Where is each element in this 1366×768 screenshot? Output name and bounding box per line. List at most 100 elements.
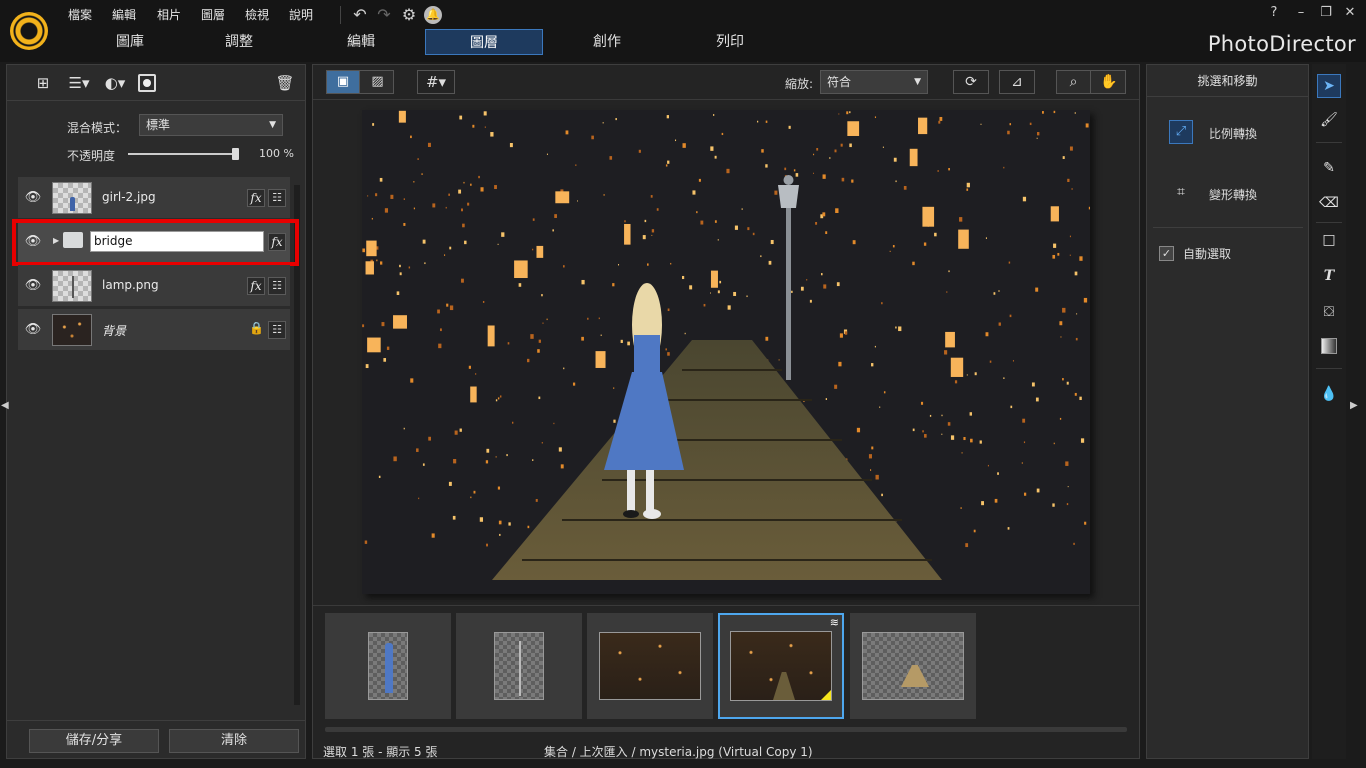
opacity-slider[interactable]	[128, 153, 238, 155]
save-share-button[interactable]: 儲存/分享	[29, 729, 159, 753]
lantern-light	[403, 427, 405, 430]
menu-edit[interactable]: 編輯	[112, 6, 136, 23]
chevron-down-icon: ▼	[914, 77, 921, 87]
filmstrip-scrollbar[interactable]	[325, 727, 1127, 732]
close-icon[interactable]: ✕	[1340, 4, 1360, 22]
rectangle-shape-icon[interactable]: □	[1319, 230, 1339, 250]
lantern-light	[438, 343, 442, 349]
lantern-light	[947, 422, 951, 426]
pan-hand-icon[interactable]: ✋	[1092, 71, 1126, 93]
lantern-light	[684, 332, 686, 335]
lantern-light	[874, 116, 877, 119]
adjustment-layer-icon[interactable]: ◐▾	[103, 73, 127, 93]
trash-icon[interactable]: 🗑	[273, 73, 297, 93]
eye-icon[interactable]: 👁	[24, 277, 42, 295]
tab-print[interactable]: 列印	[671, 29, 789, 55]
layer-row-lamp[interactable]: 👁 lamp.png fx ☷	[18, 265, 290, 307]
tab-library[interactable]: 圖庫	[71, 29, 189, 55]
fx-icon[interactable]: fx	[247, 277, 265, 295]
layer-list-menu-icon[interactable]: ☰▾	[67, 73, 91, 93]
single-view-icon[interactable]: ▣	[327, 71, 360, 93]
blur-drop-icon[interactable]: 💧	[1319, 384, 1339, 404]
layer-settings-icon[interactable]: ☷	[268, 189, 286, 207]
lantern-light	[1073, 542, 1075, 545]
film-thumb-mysteria[interactable]: ≋	[718, 613, 844, 719]
eraser-icon[interactable]: ⌫	[1319, 193, 1339, 213]
auto-select-checkbox[interactable]: ✓	[1159, 246, 1174, 261]
settings-icon[interactable]: ⚙	[399, 5, 419, 25]
mask-icon[interactable]	[138, 74, 156, 92]
lantern-light	[875, 474, 879, 480]
clear-button[interactable]: 清除	[169, 729, 299, 753]
scale-icon[interactable]: ⤢	[1169, 120, 1193, 144]
rotate-icon[interactable]: ⟳	[953, 70, 989, 94]
panel-title: 挑選和移動	[1197, 74, 1258, 88]
compare-view-icon[interactable]: ▨	[361, 71, 394, 93]
menu-file[interactable]: 檔案	[68, 6, 92, 23]
tab-create[interactable]: 創作	[548, 29, 666, 55]
menu-view[interactable]: 檢視	[245, 6, 269, 23]
undo-icon[interactable]: ↶	[350, 5, 370, 25]
lantern-light	[856, 427, 861, 433]
lantern-light	[815, 221, 818, 225]
menu-layers[interactable]: 圖層	[201, 6, 225, 23]
text-tool-icon[interactable]: T	[1319, 266, 1339, 286]
film-thumb-background[interactable]	[587, 613, 713, 719]
transform-icon[interactable]: ⌗	[1169, 181, 1193, 205]
lantern-light	[461, 208, 463, 212]
select-move-icon[interactable]: ➤	[1317, 74, 1341, 98]
redo-icon[interactable]: ↷	[374, 5, 394, 25]
film-thumb-girl[interactable]	[325, 613, 451, 719]
tab-layers[interactable]: 圖層	[425, 29, 543, 55]
layer-row-girl[interactable]: 👁 girl-2.jpg fx ☷	[18, 177, 290, 219]
opacity-slider-handle[interactable]	[232, 148, 239, 160]
lantern-light	[480, 187, 484, 192]
tab-adjust[interactable]: 調整	[180, 29, 298, 55]
lantern-light	[624, 220, 626, 223]
zoom-tool-icon[interactable]: ⌕	[1057, 71, 1091, 93]
thumb-image	[494, 632, 544, 700]
pen-icon[interactable]: ✎	[1319, 158, 1339, 178]
lantern-light	[747, 227, 750, 231]
lantern-light	[372, 123, 375, 126]
eye-icon[interactable]: 👁	[24, 321, 42, 339]
opacity-label: 不透明度	[67, 149, 116, 163]
lantern-light	[1059, 417, 1062, 420]
lantern-light	[408, 266, 411, 269]
lantern-light	[367, 337, 381, 353]
tool-strip: ➤ 🖌 ✎ ⌫ □ T ⛋ 💧	[1312, 64, 1346, 759]
lantern-light	[883, 391, 886, 394]
add-layer-icon[interactable]: ⊞	[31, 73, 55, 93]
menu-photo[interactable]: 相片	[157, 6, 181, 23]
layer-row-background[interactable]: 👁 背景 🔒 ☷	[18, 309, 290, 351]
lantern-light	[966, 182, 970, 188]
expand-right-icon[interactable]: ▶	[1350, 400, 1358, 411]
zoom-select[interactable]: 符合 ▼	[820, 70, 928, 94]
fill-bucket-icon[interactable]: ⛋	[1319, 302, 1339, 322]
help-icon[interactable]: ?	[1264, 4, 1284, 22]
notification-icon[interactable]: 🔔	[424, 6, 442, 24]
tab-edit[interactable]: 編輯	[302, 29, 420, 55]
transform-label[interactable]: 變形轉換	[1209, 186, 1257, 203]
restore-icon[interactable]: ❐	[1316, 4, 1336, 22]
fx-icon[interactable]: fx	[247, 189, 265, 207]
lantern-light	[638, 149, 641, 153]
minimize-icon[interactable]: –	[1291, 4, 1311, 22]
eye-icon[interactable]: 👁	[24, 189, 42, 207]
menu-help[interactable]: 說明	[289, 6, 313, 23]
lantern-light	[403, 198, 405, 200]
quick-select-brush-icon[interactable]: 🖌	[1319, 110, 1339, 130]
lantern-light	[912, 428, 915, 432]
gradient-icon[interactable]	[1321, 338, 1337, 354]
canvas-image[interactable]	[362, 110, 1090, 594]
flip-icon[interactable]: ⊿	[999, 70, 1035, 94]
lantern-light	[714, 155, 717, 159]
layer-settings-icon[interactable]: ☷	[268, 277, 286, 295]
scale-transform-label[interactable]: 比例轉換	[1209, 125, 1257, 142]
collapse-left-icon[interactable]: ◀	[1, 400, 9, 411]
grid-icon[interactable]: #▾	[417, 70, 455, 94]
layer-settings-icon[interactable]: ☷	[268, 321, 286, 339]
blend-mode-select[interactable]: 標準 ▼	[139, 114, 283, 136]
film-thumb-bridge[interactable]	[850, 613, 976, 719]
film-thumb-lamp[interactable]	[456, 613, 582, 719]
